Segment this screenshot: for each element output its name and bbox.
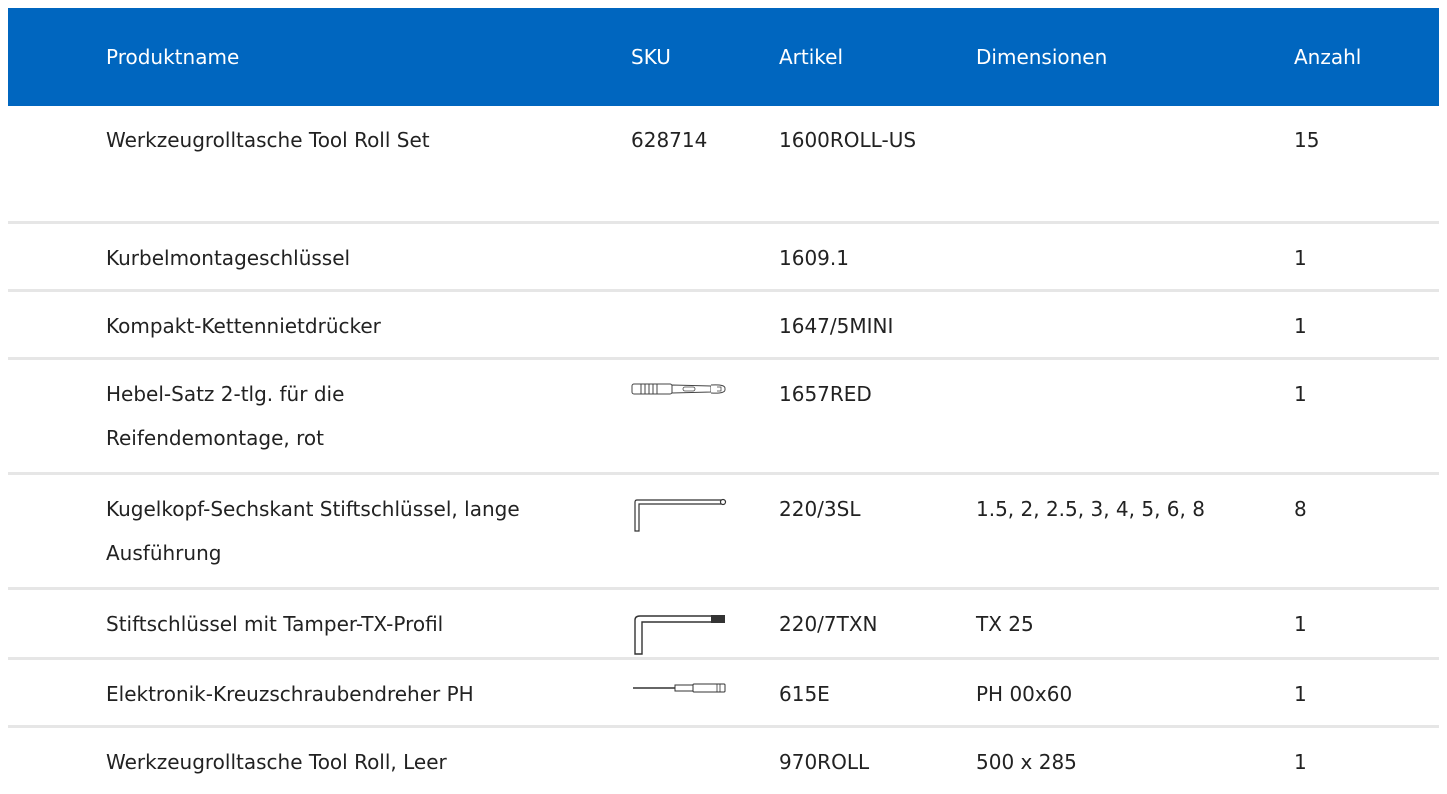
header-quantity[interactable]: Anzahl [1294, 8, 1439, 106]
cell-image [631, 658, 779, 728]
cell-product-name: Stiftschlüssel mit Tamper-TX-Profil [106, 588, 631, 660]
header-article[interactable]: Artikel [779, 8, 976, 106]
table-row: Kompakt-Kettennietdrücker 1647/5MINI 1 [8, 290, 1439, 360]
cell-article: 1647/5MINI [779, 290, 976, 360]
cell-article: 1657RED [779, 358, 976, 475]
cell-quantity: 8 [1294, 473, 1439, 590]
cell-dimensions [976, 358, 1294, 475]
table-row: Stiftschlüssel mit Tamper-TX-Profil 220/… [8, 588, 1439, 660]
header-spacer [8, 8, 106, 106]
cell-article: 615E [779, 658, 976, 728]
table-row: Kugelkopf-Sechskant Stiftschlüssel, lang… [8, 473, 1439, 590]
header-sku[interactable]: SKU [631, 8, 779, 106]
cell-image [631, 358, 779, 475]
cell-article: 220/3SL [779, 473, 976, 590]
row-spacer [8, 358, 106, 475]
product-table: Produktname SKU Artikel Dimensionen Anza… [8, 8, 1439, 794]
cell-image [631, 588, 779, 660]
tire-lever-icon [631, 382, 779, 396]
row-spacer [8, 290, 106, 360]
cell-sku [631, 726, 779, 794]
table-row: Kurbelmontageschlüssel 1609.1 1 [8, 222, 1439, 292]
cell-product-name: Hebel-Satz 2-tlg. für die Reifendemontag… [106, 358, 631, 475]
cell-quantity: 1 [1294, 658, 1439, 728]
row-spacer [8, 473, 106, 590]
hex-key-icon [631, 497, 779, 533]
cell-product-name: Elektronik-Kreuzschraubendreher PH [106, 658, 631, 728]
header-dimensions[interactable]: Dimensionen [976, 8, 1294, 106]
cell-quantity: 1 [1294, 222, 1439, 292]
table-row: Elektronik-Kreuzschraubendreher PH 615E … [8, 658, 1439, 728]
cell-sku [631, 290, 779, 360]
cell-sku [631, 222, 779, 292]
cell-quantity: 15 [1294, 106, 1439, 224]
cell-quantity: 1 [1294, 588, 1439, 660]
cell-product-name: Kugelkopf-Sechskant Stiftschlüssel, lang… [106, 473, 631, 590]
cell-sku: 628714 [631, 106, 779, 224]
table-header: Produktname SKU Artikel Dimensionen Anza… [8, 8, 1439, 106]
table-body: Werkzeugrolltasche Tool Roll Set 628714 … [8, 106, 1439, 794]
table-row: Werkzeugrolltasche Tool Roll, Leer 970RO… [8, 726, 1439, 794]
cell-product-name: Kompakt-Kettennietdrücker [106, 290, 631, 360]
cell-image [631, 473, 779, 590]
row-spacer [8, 658, 106, 728]
header-product-name[interactable]: Produktname [106, 8, 631, 106]
cell-dimensions: TX 25 [976, 588, 1294, 660]
cell-dimensions: PH 00x60 [976, 658, 1294, 728]
table-header-row: Produktname SKU Artikel Dimensionen Anza… [8, 8, 1439, 106]
cell-dimensions: 500 x 285 [976, 749, 1077, 774]
row-spacer [8, 222, 106, 292]
cell-article: 970ROLL [779, 749, 870, 774]
row-spacer [8, 106, 106, 224]
row-spacer [8, 588, 106, 660]
cell-product-name: Werkzeugrolltasche Tool Roll, Leer [106, 749, 447, 774]
cell-quantity: 1 [1294, 290, 1439, 360]
product-table-container: Produktname SKU Artikel Dimensionen Anza… [8, 8, 1439, 794]
table-row: Werkzeugrolltasche Tool Roll Set 628714 … [8, 106, 1439, 224]
cell-article: 220/7TXN [779, 588, 976, 660]
row-spacer [8, 726, 106, 794]
torx-key-icon [631, 612, 779, 656]
cell-product-name: Kurbelmontageschlüssel [106, 222, 631, 292]
cell-article: 1600ROLL-US [779, 106, 976, 224]
screwdriver-icon [631, 682, 779, 694]
cell-product-name: Werkzeugrolltasche Tool Roll Set [106, 106, 631, 224]
cell-dimensions [976, 222, 1294, 292]
cell-quantity: 1 [1294, 749, 1307, 774]
cell-dimensions [976, 106, 1294, 224]
cell-article: 1609.1 [779, 222, 976, 292]
cell-dimensions: 1.5, 2, 2.5, 3, 4, 5, 6, 8 [976, 473, 1294, 590]
table-row: Hebel-Satz 2-tlg. für die Reifendemontag… [8, 358, 1439, 475]
cell-dimensions [976, 290, 1294, 360]
cell-quantity: 1 [1294, 358, 1439, 475]
